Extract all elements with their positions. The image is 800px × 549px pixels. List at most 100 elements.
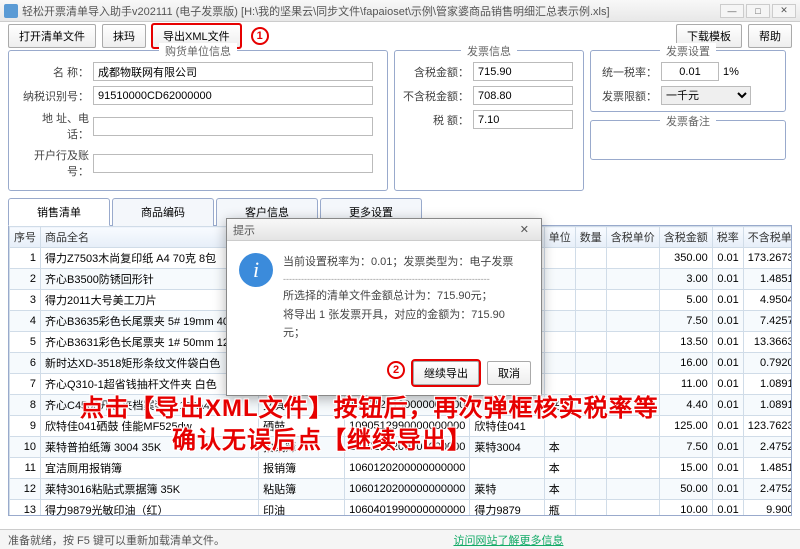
cell[interactable]: 0.01: [712, 353, 743, 374]
cell[interactable]: 7.425743: [743, 311, 792, 332]
cell[interactable]: 11: [10, 458, 41, 479]
excl-amount[interactable]: [473, 86, 573, 105]
cell[interactable]: [575, 458, 606, 479]
continue-export-button[interactable]: 继续导出: [413, 361, 479, 385]
buyer-taxid-input[interactable]: [93, 86, 373, 105]
cell[interactable]: 10.00: [659, 500, 712, 517]
cell[interactable]: 印油: [259, 500, 345, 517]
cell[interactable]: [544, 353, 575, 374]
cell[interactable]: 0.01: [712, 458, 743, 479]
col-seq[interactable]: 序号: [10, 227, 41, 248]
cell[interactable]: [575, 269, 606, 290]
cell[interactable]: 0.01: [712, 374, 743, 395]
cell[interactable]: 10: [10, 437, 41, 458]
cell[interactable]: 0.01: [712, 290, 743, 311]
table-row[interactable]: 13得力9879光敏印油（红）印油1060401990000000000得力98…: [10, 500, 793, 517]
open-file-button[interactable]: 打开清单文件: [8, 24, 96, 48]
cell[interactable]: 7.50: [659, 311, 712, 332]
cell[interactable]: 5: [10, 332, 41, 353]
cell[interactable]: 本: [544, 479, 575, 500]
cell[interactable]: 9: [10, 416, 41, 437]
cell[interactable]: 0.01: [712, 332, 743, 353]
cell[interactable]: 莱特3016粘贴式票据簿 35K: [41, 479, 259, 500]
cell[interactable]: 4.950495: [743, 290, 792, 311]
cell[interactable]: 173.267327: [743, 248, 792, 269]
cell[interactable]: [544, 311, 575, 332]
cell[interactable]: 0.01: [712, 311, 743, 332]
cell[interactable]: 7: [10, 374, 41, 395]
cell[interactable]: [606, 458, 659, 479]
incl-amount[interactable]: [473, 62, 573, 81]
cell[interactable]: 16.00: [659, 353, 712, 374]
cell[interactable]: [575, 479, 606, 500]
cell[interactable]: [544, 248, 575, 269]
cell[interactable]: [575, 500, 606, 517]
cell[interactable]: 4.40: [659, 395, 712, 416]
tax-amount[interactable]: [473, 110, 573, 129]
help-button[interactable]: 帮助: [748, 24, 792, 48]
cell[interactable]: 本: [544, 458, 575, 479]
tab-product-code[interactable]: 商品编码: [112, 198, 214, 226]
minimize-button[interactable]: —: [720, 4, 744, 18]
cell[interactable]: 2.475248: [743, 437, 792, 458]
cell[interactable]: 13.366337: [743, 332, 792, 353]
cell[interactable]: 0.01: [712, 269, 743, 290]
cell[interactable]: 1060120200000000000: [345, 479, 470, 500]
close-button[interactable]: ✕: [772, 4, 796, 18]
buyer-bank-input[interactable]: [93, 154, 373, 173]
cell[interactable]: [606, 500, 659, 517]
cell[interactable]: [606, 269, 659, 290]
cell[interactable]: 9.90099: [743, 500, 792, 517]
cell[interactable]: [606, 437, 659, 458]
cell[interactable]: 125.00: [659, 416, 712, 437]
cell[interactable]: 13: [10, 500, 41, 517]
cell[interactable]: 11.00: [659, 374, 712, 395]
cell[interactable]: [575, 248, 606, 269]
cell[interactable]: 0.01: [712, 500, 743, 517]
cell[interactable]: 1060401990000000000: [345, 500, 470, 517]
cell[interactable]: [606, 248, 659, 269]
cell[interactable]: 粘贴簿: [259, 479, 345, 500]
cell[interactable]: [544, 290, 575, 311]
cell[interactable]: 瓶: [544, 500, 575, 517]
cell[interactable]: 0.01: [712, 479, 743, 500]
cell[interactable]: [575, 332, 606, 353]
cell[interactable]: 3.00: [659, 269, 712, 290]
cell[interactable]: 350.00: [659, 248, 712, 269]
maximize-button[interactable]: □: [746, 4, 770, 18]
col-qty[interactable]: 数量: [575, 227, 606, 248]
cell[interactable]: 莱特: [470, 479, 544, 500]
cell[interactable]: 0.01: [712, 248, 743, 269]
cell[interactable]: 报销簿: [259, 458, 345, 479]
cell[interactable]: 莱特3004: [470, 437, 544, 458]
cell[interactable]: 3: [10, 290, 41, 311]
buyer-addr-input[interactable]: [93, 117, 373, 136]
cell[interactable]: [606, 353, 659, 374]
cell[interactable]: 0.01: [712, 416, 743, 437]
cell[interactable]: 6: [10, 353, 41, 374]
cell[interactable]: [575, 311, 606, 332]
cell[interactable]: [606, 479, 659, 500]
cell[interactable]: 123.762376: [743, 416, 792, 437]
dialog-header[interactable]: 提示 ✕: [227, 219, 541, 241]
table-row[interactable]: 11宜洁厕用报销簿报销簿1060120200000000000本15.000.0…: [10, 458, 793, 479]
cell[interactable]: [606, 290, 659, 311]
cell[interactable]: 0.01: [712, 395, 743, 416]
cell[interactable]: 15.00: [659, 458, 712, 479]
cell[interactable]: 0.01: [712, 437, 743, 458]
buyer-name-input[interactable]: [93, 62, 373, 81]
cell[interactable]: 12: [10, 479, 41, 500]
col-unit[interactable]: 单位: [544, 227, 575, 248]
rate-input[interactable]: [661, 62, 719, 81]
cell[interactable]: 1060120200000000000: [345, 458, 470, 479]
cell[interactable]: [470, 458, 544, 479]
cell[interactable]: 1.089109: [743, 374, 792, 395]
limit-select[interactable]: 一千元: [661, 86, 751, 105]
col-rate[interactable]: 税率: [712, 227, 743, 248]
cell[interactable]: 7.50: [659, 437, 712, 458]
col-price-in[interactable]: 含税单价: [606, 227, 659, 248]
cell[interactable]: [544, 269, 575, 290]
cell[interactable]: 0.792079: [743, 353, 792, 374]
cell[interactable]: 1.089109: [743, 395, 792, 416]
cell[interactable]: 得力9879: [470, 500, 544, 517]
